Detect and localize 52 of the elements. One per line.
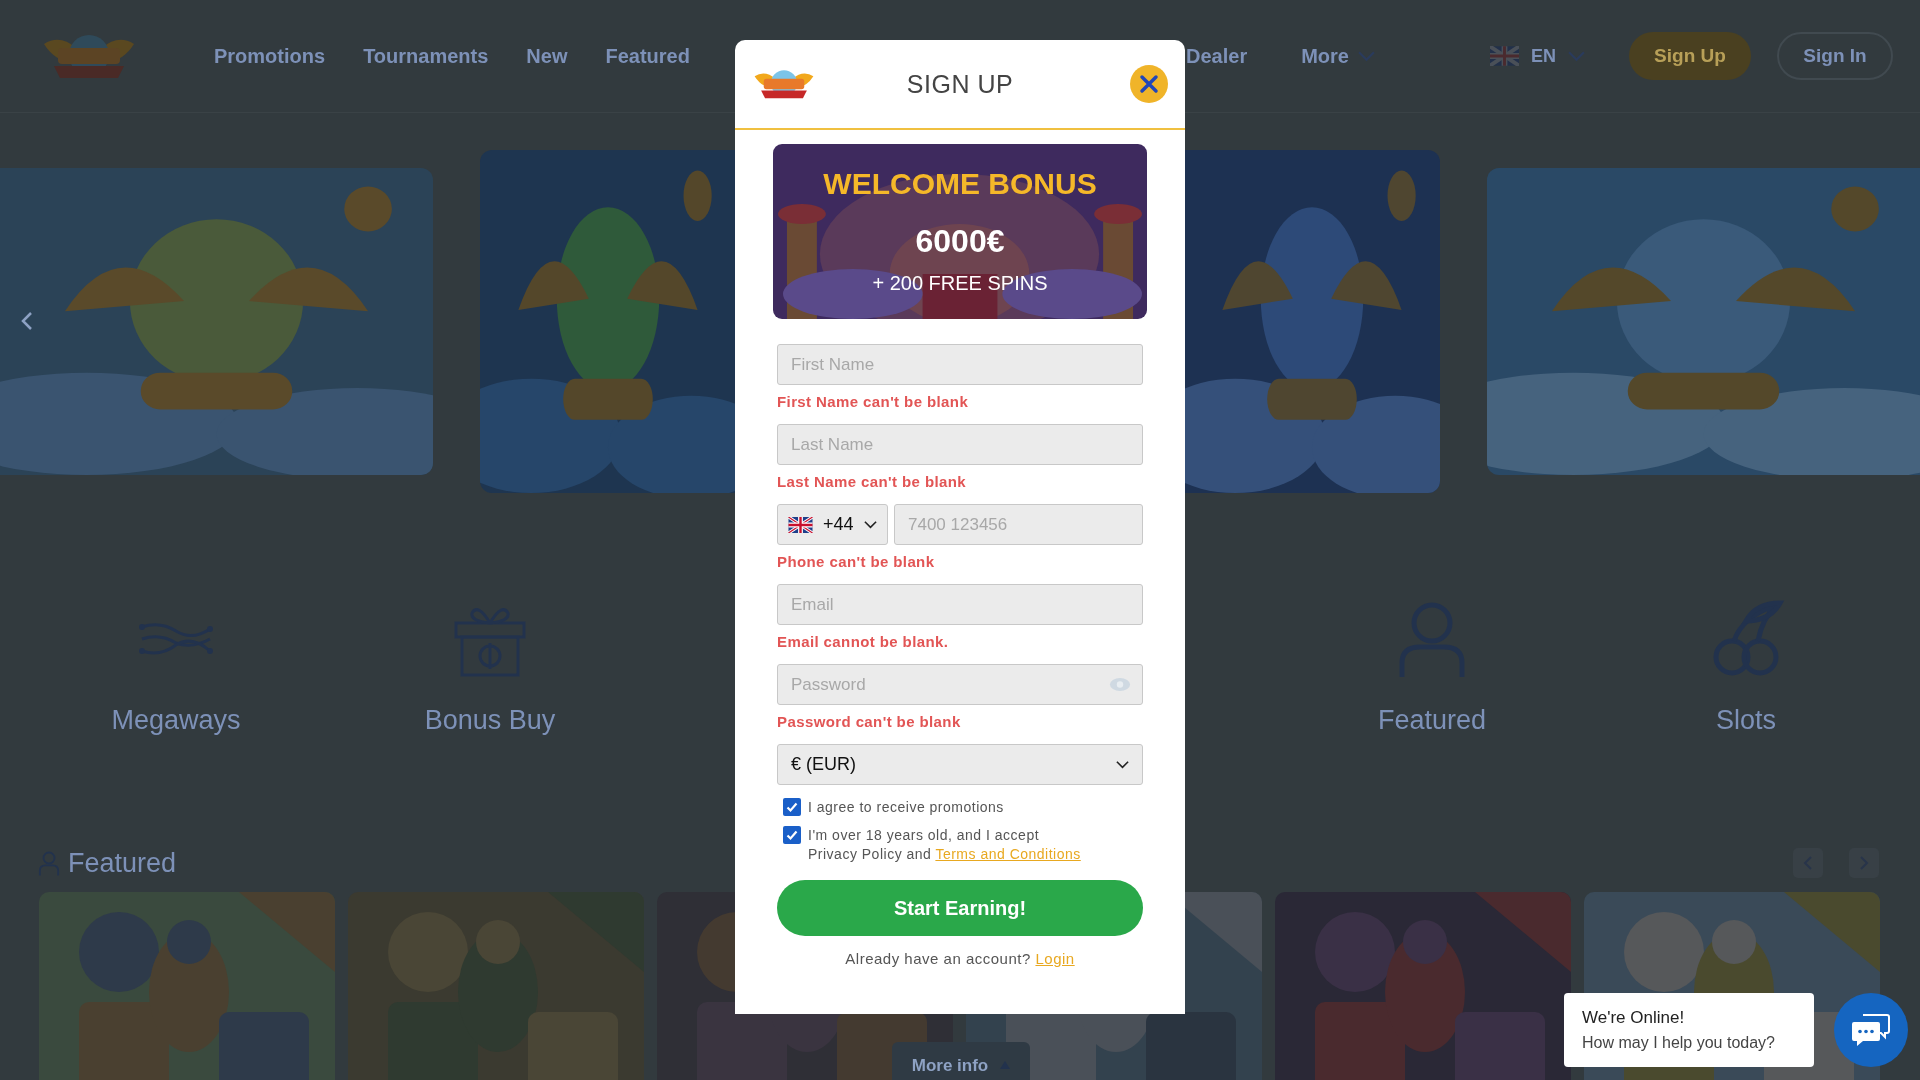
- error-message: Phone can't be blank: [777, 553, 935, 570]
- error-message: First Name can't be blank: [777, 393, 969, 410]
- currency-select[interactable]: € (EUR): [777, 744, 1143, 785]
- start-earning-button[interactable]: Start Earning!: [777, 880, 1143, 936]
- sign-in-button[interactable]: Sign In: [1777, 32, 1893, 80]
- language-selector[interactable]: EN: [1490, 45, 1585, 67]
- login-prompt: Already have an account? Login: [845, 950, 1075, 967]
- category-label[interactable]: Megaways: [111, 705, 241, 736]
- country-code-select[interactable]: +44: [777, 504, 888, 545]
- category-label[interactable]: Slots: [1716, 705, 1776, 736]
- section-title: Featured: [68, 847, 177, 879]
- nav-link[interactable]: Promotions: [214, 44, 326, 68]
- close-icon: [1139, 74, 1159, 94]
- chat-title: We're Online!: [1582, 1008, 1686, 1028]
- more-menu[interactable]: More: [1301, 44, 1375, 68]
- category-label[interactable]: Bonus Buy: [424, 705, 556, 736]
- chevron-down-icon: [1568, 50, 1585, 62]
- chat-icon: [1851, 1013, 1891, 1047]
- error-message: Email cannot be blank.: [777, 633, 949, 650]
- input-field[interactable]: Last Name: [777, 424, 1143, 465]
- password-field[interactable]: Password: [777, 664, 1143, 705]
- close-button[interactable]: [1130, 65, 1168, 103]
- chevron-down-icon: [864, 520, 877, 529]
- login-link[interactable]: Login: [1035, 950, 1075, 967]
- terms-link[interactable]: Terms and Conditions: [935, 846, 1081, 862]
- input-field[interactable]: First Name: [777, 344, 1143, 385]
- input-field[interactable]: Email: [777, 584, 1143, 625]
- checkbox-label: I agree to receive promotions: [808, 798, 1004, 817]
- flag-icon: [788, 516, 813, 533]
- phone-field[interactable]: 7400 123456: [894, 504, 1143, 545]
- nav-link[interactable]: Dealer: [1186, 44, 1248, 68]
- bonus-title: WELCOME BONUS: [823, 167, 1097, 201]
- chevron-down-icon: [1358, 50, 1375, 62]
- nav-link[interactable]: New: [526, 44, 568, 68]
- error-message: Password can't be blank: [777, 713, 961, 730]
- bonus-spins: + 200 FREE SPINS: [872, 272, 1048, 295]
- chevron-down-icon: [1116, 760, 1129, 769]
- more-info-button[interactable]: More info: [892, 1042, 1030, 1080]
- checkbox-label: I'm over 18 years old, and I accept Privacy Policy and Terms and Conditions: [808, 826, 1081, 864]
- chat-bubble[interactable]: We're Online! How may I help you today?: [1564, 993, 1814, 1067]
- dialog-title: SIGN UP: [906, 69, 1014, 99]
- nav-link[interactable]: Featured: [605, 44, 690, 68]
- category-label[interactable]: Featured: [1377, 705, 1487, 736]
- flag-icon: [1490, 46, 1519, 66]
- bonus-amount: 6000€: [915, 223, 1005, 260]
- eye-icon[interactable]: [1109, 677, 1131, 692]
- error-message: Last Name can't be blank: [777, 473, 967, 490]
- nav-link[interactable]: Tournaments: [363, 44, 489, 68]
- checkbox[interactable]: [783, 826, 801, 844]
- chat-message: How may I help you today?: [1582, 1034, 1776, 1052]
- sign-up-button[interactable]: Sign Up: [1629, 32, 1751, 80]
- checkbox[interactable]: [783, 798, 801, 816]
